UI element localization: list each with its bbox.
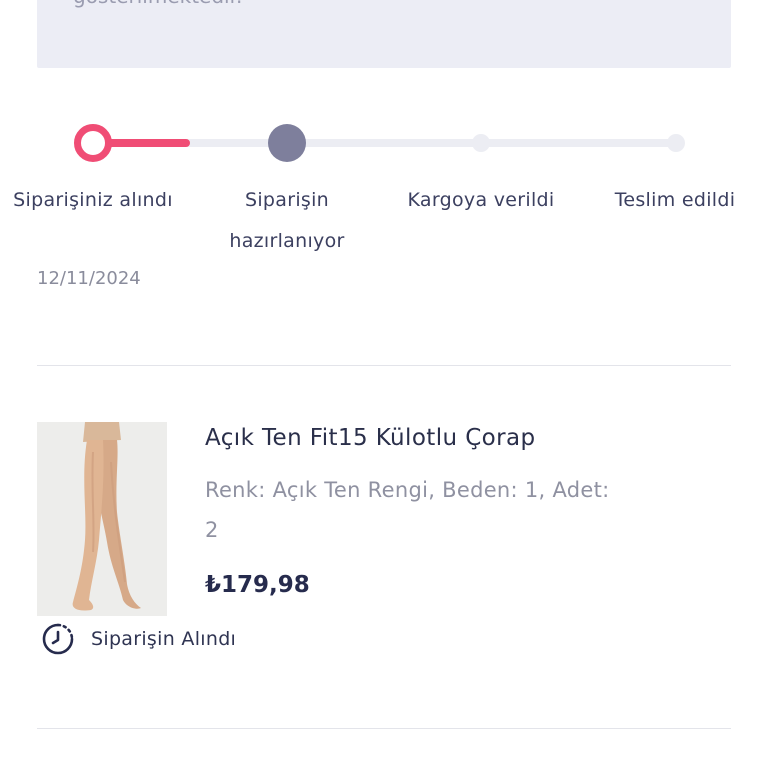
item-status-label: Siparişin Alındı — [91, 628, 237, 650]
step-1-date: 12/11/2024 — [37, 268, 141, 289]
product-image[interactable] — [37, 422, 167, 616]
info-notice: gösterilmektedir. — [37, 0, 731, 68]
section-divider-bottom — [37, 728, 731, 729]
product-details: Renk: Açık Ten Rengi, Beden: 1, Adet: 2 — [205, 478, 610, 542]
step-4-indicator — [667, 134, 685, 152]
clock-icon — [42, 623, 74, 655]
section-divider — [37, 365, 731, 366]
notice-text: gösterilmektedir. — [73, 0, 242, 8]
step-2-indicator — [268, 124, 306, 162]
step-3-indicator — [472, 134, 490, 152]
order-progress-tracker: Siparişiniz alındı Siparişin hazırlanıyo… — [0, 110, 768, 310]
item-status: Siparişin Alındı — [41, 622, 236, 656]
step-2-label: Siparişin hazırlanıyor — [229, 189, 345, 252]
step-3-label: Kargoya verildi — [407, 189, 555, 211]
step-1-indicator — [74, 124, 112, 162]
pantyhose-legs-image — [37, 422, 167, 616]
product-price: ₺179,98 — [205, 572, 310, 598]
step-4-label: Teslim edildi — [614, 189, 736, 211]
step-1-label: Siparişiniz alındı — [13, 189, 173, 211]
product-title[interactable]: Açık Ten Fit15 Külotlu Çorap — [205, 425, 535, 451]
